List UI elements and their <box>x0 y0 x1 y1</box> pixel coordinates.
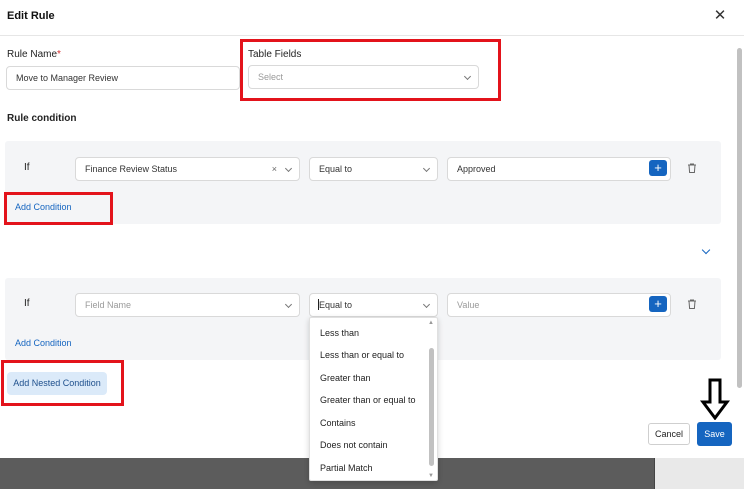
dialog-scrollbar-thumb[interactable] <box>737 48 742 388</box>
save-button[interactable]: Save <box>697 422 732 446</box>
if-label: If <box>24 162 30 173</box>
chevron-down-icon <box>422 300 431 309</box>
highlight-box-nested-condition <box>1 360 124 406</box>
value-placeholder: Value <box>457 300 480 310</box>
close-icon[interactable]: ✕ <box>712 8 728 24</box>
chevron-down-icon <box>284 300 293 309</box>
operator-value: Equal to <box>319 300 353 310</box>
dropdown-option[interactable]: Does not contain <box>320 440 388 450</box>
text-cursor <box>318 299 319 310</box>
highlight-box-table-fields <box>240 39 501 101</box>
rule-name-label: Rule Name* <box>7 49 61 60</box>
value-input[interactable]: Value <box>447 293 671 317</box>
operator-value: Equal to <box>319 164 353 174</box>
add-condition-link[interactable]: Add Condition <box>15 338 72 348</box>
chevron-down-icon <box>422 164 431 173</box>
trash-icon[interactable] <box>686 162 698 174</box>
dropdown-option[interactable]: Greater than <box>320 373 371 383</box>
if-label: If <box>24 298 30 309</box>
rule-name-label-text: Rule Name <box>7 49 58 60</box>
chevron-down-icon[interactable] <box>701 245 711 255</box>
operator-dropdown-menu: ▲ Less than Less than or equal to Greate… <box>309 317 438 481</box>
clear-icon[interactable]: × <box>272 158 277 180</box>
field-placeholder: Field Name <box>85 300 132 310</box>
dropdown-option[interactable]: Greater than or equal to <box>320 395 416 405</box>
dropdown-option[interactable]: Less than or equal to <box>320 350 404 360</box>
field-value: Finance Review Status <box>85 164 178 174</box>
rule-condition-title: Rule condition <box>7 113 77 124</box>
background-panel <box>654 458 744 489</box>
down-arrow-icon <box>700 378 730 420</box>
cancel-button[interactable]: Cancel <box>648 423 690 445</box>
operator-select[interactable]: Equal to <box>309 157 438 181</box>
add-value-button[interactable]: + <box>649 160 667 176</box>
trash-icon[interactable] <box>686 298 698 310</box>
dropdown-option[interactable]: Contains <box>320 418 356 428</box>
field-select[interactable]: Finance Review Status × <box>75 157 300 181</box>
highlight-box-add-condition <box>4 192 113 225</box>
value-text: Approved <box>457 164 496 174</box>
scroll-up-arrow-icon[interactable]: ▲ <box>428 320 434 326</box>
add-value-button[interactable]: + <box>649 296 667 312</box>
rule-name-value: Move to Manager Review <box>16 73 119 83</box>
rule-name-input[interactable]: Move to Manager Review <box>6 66 240 90</box>
scroll-down-arrow-icon[interactable]: ▼ <box>428 473 434 479</box>
chevron-down-icon <box>284 164 293 173</box>
dropdown-scrollbar-thumb[interactable] <box>429 348 434 466</box>
dropdown-option[interactable]: Less than <box>320 328 359 338</box>
dropdown-option[interactable]: Partial Match <box>320 463 373 473</box>
dialog-header: Edit Rule ✕ <box>0 0 744 36</box>
field-select[interactable]: Field Name <box>75 293 300 317</box>
required-mark: * <box>57 49 61 60</box>
value-input[interactable]: Approved <box>447 157 671 181</box>
dialog-title: Edit Rule <box>7 10 55 22</box>
operator-select[interactable]: Equal to <box>309 293 438 317</box>
